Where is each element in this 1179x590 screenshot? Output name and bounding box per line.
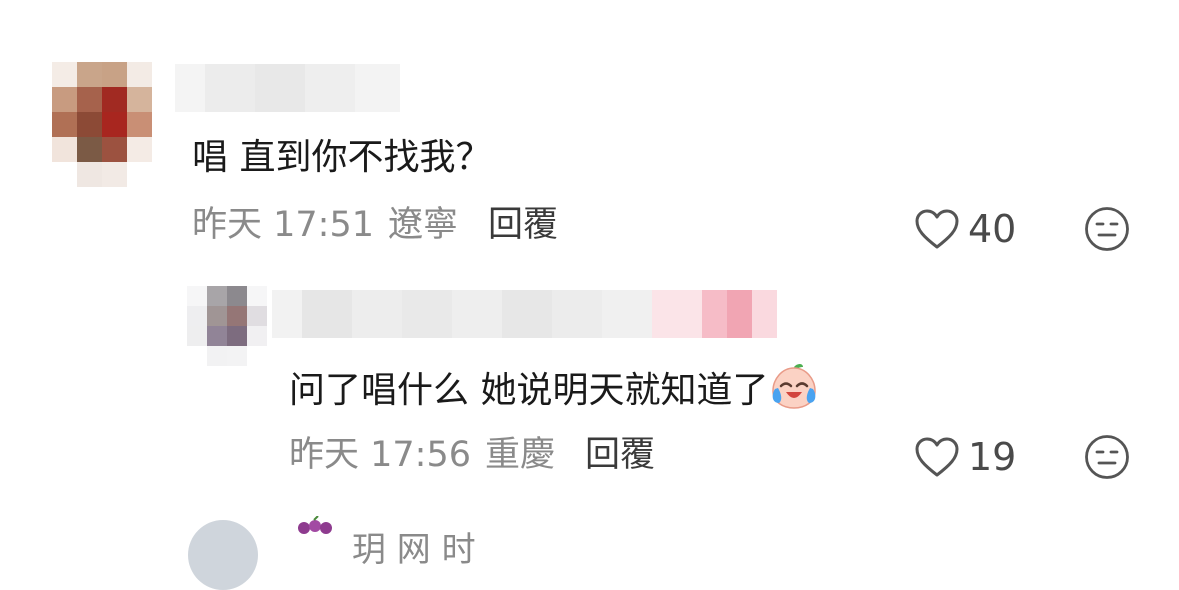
comment-time: 昨天 17:56 xyxy=(289,435,471,475)
username[interactable]: 玥 网 时 xyxy=(352,522,476,571)
avatar[interactable] xyxy=(52,62,152,188)
heart-outline-icon xyxy=(915,209,959,249)
neutral-face-icon[interactable] xyxy=(1084,434,1130,480)
comment-meta: 昨天 17:51 遼寧 回覆 xyxy=(192,204,558,246)
reply-button[interactable]: 回覆 xyxy=(488,205,558,245)
comment-text: 问了唱什么 她说明天就知道了 xyxy=(289,362,818,412)
avatar[interactable] xyxy=(188,520,258,590)
grapes-icon xyxy=(298,516,332,534)
avatar[interactable] xyxy=(187,286,267,386)
like-count: 19 xyxy=(968,435,1017,479)
comment-text: 唱 直到你不找我？ xyxy=(192,137,492,178)
like-button[interactable]: 40 xyxy=(914,207,1016,251)
comment-location: 重慶 xyxy=(485,435,556,475)
heart-outline-icon xyxy=(915,437,959,477)
comment-meta: 昨天 17:56 重慶 回覆 xyxy=(289,434,655,476)
username-blurred[interactable] xyxy=(175,64,400,112)
comment-time: 昨天 17:51 xyxy=(192,205,374,245)
reply-button[interactable]: 回覆 xyxy=(585,435,655,475)
neutral-face-icon[interactable] xyxy=(1084,206,1130,252)
comment-location: 遼寧 xyxy=(388,205,459,245)
crying-laughing-peach-emoji xyxy=(772,364,817,409)
like-button[interactable]: 19 xyxy=(914,435,1016,479)
username-blurred[interactable] xyxy=(272,290,777,338)
like-count: 40 xyxy=(968,207,1017,251)
comment-text-content: 问了唱什么 她说明天就知道了 xyxy=(289,370,769,411)
